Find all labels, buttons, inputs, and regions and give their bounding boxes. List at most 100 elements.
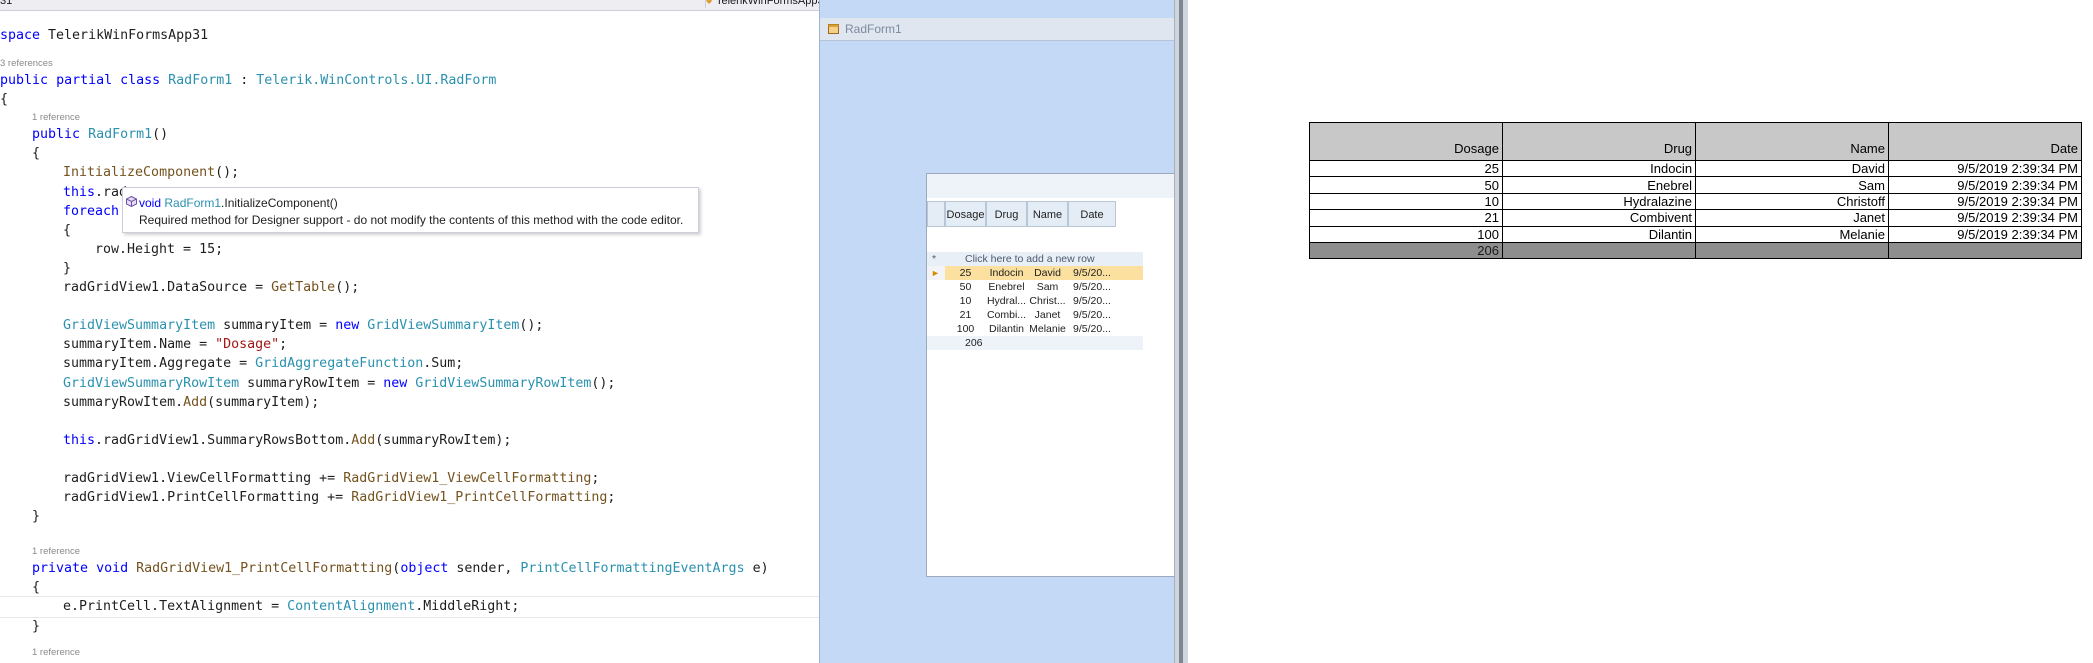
code-token: foreach [63, 203, 120, 219]
grid-cell[interactable]: David [1027, 266, 1068, 280]
code-line: public RadForm1() [0, 125, 820, 144]
quickinfo-tooltip: void RadForm1.InitializeComponent() Requ… [122, 187, 699, 233]
printed-cell: 10 [1309, 192, 1503, 211]
grid-row[interactable]: 10 Hydral... Christ... 9/5/20... [927, 294, 1143, 308]
codelens-label[interactable]: 3 references [0, 58, 53, 69]
code-token: new [335, 318, 360, 334]
code-line-current: e.PrintCell.TextAlignment = ContentAlign… [0, 596, 820, 618]
codelens-label[interactable]: 1 reference [32, 647, 80, 658]
grid-header-indicator [927, 201, 945, 227]
grid-header-name[interactable]: Name [1027, 201, 1068, 227]
code-token: () [152, 127, 169, 143]
grid-group-panel [927, 174, 1176, 199]
grid-header-drug[interactable]: Drug [986, 201, 1027, 227]
grid-header-dosage[interactable]: Dosage [945, 201, 986, 227]
grid-cell[interactable]: Indocin [986, 266, 1027, 280]
grid-cell[interactable]: Combi... [986, 308, 1027, 322]
code-lines[interactable]: space TelerikWinFormsApp31 3 references … [0, 20, 820, 660]
grid-cell[interactable]: 9/5/20... [1068, 322, 1116, 336]
printed-cell: 21 [1309, 209, 1503, 227]
grid-cell[interactable]: Janet [1027, 308, 1068, 322]
row-indicator [927, 308, 945, 322]
code-token: RadGridView1_ViewCellFormatting [343, 470, 592, 486]
code-token: (); [591, 375, 616, 391]
code-token: .radGridView1.SummaryRowsBottom. [95, 432, 352, 448]
code-token: GetTable [271, 280, 336, 296]
code-token: e.PrintCell.TextAlignment = [63, 599, 288, 615]
grid-row[interactable]: 100 Dilantin Melanie 9/5/20... [927, 322, 1143, 336]
code-line: } [0, 259, 820, 278]
form-title-bar[interactable]: RadForm1 [820, 18, 1175, 41]
code-token: } [32, 618, 41, 634]
grid-row[interactable]: 21 Combi... Janet 9/5/20... [927, 308, 1143, 322]
code-line: GridViewSummaryRowItem summaryRowItem = … [0, 374, 820, 393]
grid-table[interactable]: Dosage Drug Name Date * Click here to ad… [927, 198, 1176, 576]
grid-row[interactable]: 50 Enebrel Sam 9/5/20... [927, 280, 1143, 294]
printed-row: 10 Hydralazine Christoff 9/5/2019 2:39:3… [1309, 192, 2082, 211]
grid-cell[interactable]: 10 [945, 294, 986, 308]
printed-cell: Indocin [1501, 159, 1697, 178]
code-line: summaryRowItem.Add(summaryItem); [0, 393, 820, 412]
grid-cell[interactable]: Christ... [1027, 294, 1068, 308]
grid-cell[interactable]: 100 [945, 322, 986, 336]
grid-cell[interactable]: 9/5/20... [1068, 294, 1116, 308]
grid-cell[interactable]: 9/5/20... [1068, 266, 1116, 280]
printed-cell: Dilantin [1501, 225, 1697, 243]
code-token: { [32, 580, 41, 596]
code-line: { [0, 578, 820, 597]
form-designer[interactable]: RadForm1 Dosage Drug Name Date * Click h… [819, 0, 1176, 663]
codelens-references[interactable]: 1 reference [0, 545, 820, 559]
new-row-label[interactable]: Click here to add a new row [965, 252, 1095, 266]
grid-cell[interactable]: 21 [945, 308, 986, 322]
code-line: private void RadGridView1_PrintCellForma… [0, 559, 820, 578]
radgridview-control[interactable]: Dosage Drug Name Date * Click here to ad… [926, 173, 1176, 577]
grid-cell[interactable]: Melanie [1027, 322, 1068, 336]
code-token: summaryItem.Aggregate = [63, 356, 256, 372]
tooltip-type: RadForm1 [164, 196, 222, 210]
grid-row[interactable]: ► 25 Indocin David 9/5/20... [927, 266, 1143, 280]
grid-header-date[interactable]: Date [1068, 201, 1116, 227]
grid-cell[interactable]: 50 [945, 280, 986, 294]
method-cube-icon [126, 196, 137, 207]
code-line: } [0, 617, 820, 636]
code-token: e) [744, 561, 769, 577]
editor-tab-left[interactable]: 31 [0, 0, 12, 8]
codelens-label[interactable]: 1 reference [32, 112, 80, 123]
code-line: radGridView1.ViewCellFormatting += RadGr… [0, 469, 820, 488]
printed-cell: 9/5/2019 2:39:34 PM [1888, 159, 2082, 178]
grid-cell[interactable]: 9/5/20... [1068, 280, 1116, 294]
codelens-references[interactable]: 1 reference [0, 111, 820, 125]
printed-cell: Christoff [1695, 192, 1889, 211]
code-token: GridViewSummaryItem [63, 318, 216, 334]
code-line: GridViewSummaryItem summaryItem = new Gr… [0, 316, 820, 335]
tooltip-signature: void RadForm1.InitializeComponent() [139, 196, 338, 210]
codelens-references[interactable]: 1 reference [0, 646, 820, 660]
code-token: GridAggregateFunction [255, 356, 424, 372]
grid-cell[interactable]: Dilantin [986, 322, 1027, 336]
printed-header-row: Dosage Drug Name Date [1309, 122, 2082, 161]
printed-row: 21 Combivent Janet 9/5/2019 2:39:34 PM [1309, 209, 2082, 227]
codelens-label[interactable]: 1 reference [32, 546, 80, 557]
grid-summary-row: 206 [927, 336, 1143, 350]
code-token: RadForm1 [88, 127, 153, 143]
code-line: summaryItem.Name = "Dosage"; [0, 335, 820, 354]
grid-cell[interactable]: Sam [1027, 280, 1068, 294]
grid-cell[interactable]: Enebrel [986, 280, 1027, 294]
grid-cell[interactable]: 25 [945, 266, 986, 280]
grid-new-row[interactable]: * Click here to add a new row [927, 252, 1143, 266]
editor-tab-right[interactable]: TelerikWinFormsApp31.RadForm1 [705, 0, 820, 8]
code-token: GridViewSummaryRowItem [407, 375, 592, 391]
code-token: summaryItem.Name = [63, 337, 216, 353]
code-token: ContentAlignment [287, 599, 416, 615]
codelens-references[interactable]: 3 references [0, 57, 820, 71]
printed-cell: Melanie [1695, 225, 1889, 243]
printed-header-dosage: Dosage [1309, 122, 1503, 161]
printed-header-name: Name [1695, 122, 1889, 161]
code-line: row.Height = 15; [0, 240, 820, 259]
window-splitter[interactable] [1174, 0, 1189, 663]
grid-cell[interactable]: Hydral... [986, 294, 1027, 308]
code-editor[interactable]: 31 TelerikWinFormsApp31.RadForm1 space T… [0, 0, 820, 663]
printed-cell: David [1695, 159, 1889, 178]
grid-cell[interactable]: 9/5/20... [1068, 308, 1116, 322]
code-token: RadGridView1_PrintCellFormatting [351, 490, 608, 506]
